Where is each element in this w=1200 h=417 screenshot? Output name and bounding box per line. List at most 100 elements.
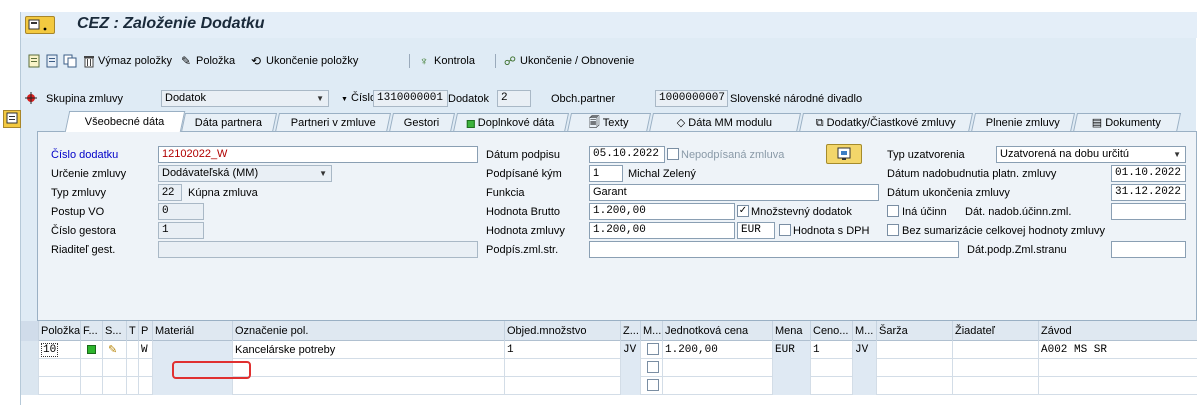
item-button[interactable]: ✎ Položka bbox=[179, 52, 235, 70]
tab-doplnkove-data[interactable]: Doplnkové dáta bbox=[452, 113, 570, 132]
datum-podpisu-field[interactable]: 05.10.2022 bbox=[589, 146, 665, 163]
cell-zavod[interactable] bbox=[1039, 377, 1197, 395]
cell-sarza[interactable] bbox=[877, 359, 953, 377]
currency-field[interactable]: EUR bbox=[737, 222, 775, 239]
datum-ukon-field[interactable]: 31.12.2022 bbox=[1111, 184, 1186, 201]
col-ceno[interactable]: Ceno... bbox=[811, 321, 853, 341]
cell-material[interactable] bbox=[153, 341, 233, 359]
dat-nadob-ucinn-field[interactable] bbox=[1111, 203, 1186, 220]
ina-ucinn-checkbox[interactable] bbox=[887, 205, 899, 217]
cell-m2[interactable]: JV bbox=[853, 341, 877, 359]
cell-p[interactable] bbox=[139, 359, 153, 377]
cell-mnozstvo[interactable]: 1 bbox=[505, 341, 621, 359]
cell-t[interactable] bbox=[127, 377, 139, 395]
cell-zavod[interactable] bbox=[1039, 359, 1197, 377]
col-mena[interactable]: Mena bbox=[773, 321, 811, 341]
riaditel-field[interactable] bbox=[158, 241, 478, 258]
col-oznacenie[interactable]: Označenie pol. bbox=[233, 321, 505, 341]
cell-mena[interactable] bbox=[773, 359, 811, 377]
cell-f[interactable] bbox=[81, 359, 103, 377]
tab-data-mm-modulu[interactable]: ◇ Dáta MM modulu bbox=[648, 113, 802, 132]
cell-oznacenie[interactable] bbox=[233, 359, 505, 377]
nepodpisana-checkbox[interactable] bbox=[667, 148, 679, 160]
cell-ziadatel[interactable] bbox=[953, 359, 1039, 377]
bez-sumar-checkbox[interactable] bbox=[887, 224, 899, 236]
dat-podp-field[interactable] bbox=[1111, 241, 1186, 258]
cell-s[interactable] bbox=[103, 359, 127, 377]
tab-vseobecne-data[interactable]: Všeobecné dáta bbox=[64, 111, 186, 132]
tab-gestori[interactable]: Gestori bbox=[388, 113, 456, 132]
cell-polozka[interactable] bbox=[39, 377, 81, 395]
row-selector[interactable] bbox=[21, 341, 39, 359]
cell-sarza[interactable] bbox=[877, 377, 953, 395]
cell-t[interactable] bbox=[127, 359, 139, 377]
cell-mena[interactable]: EUR bbox=[773, 341, 811, 359]
col-m2[interactable]: M... bbox=[853, 321, 877, 341]
end-item-button[interactable]: ⟲ Ukončenie položky bbox=[249, 52, 358, 70]
cell-cena[interactable] bbox=[663, 377, 773, 395]
cell-m[interactable] bbox=[641, 377, 663, 395]
row-checkbox[interactable] bbox=[647, 361, 659, 373]
cell-p[interactable] bbox=[139, 377, 153, 395]
datum-nadob-field[interactable]: 01.10.2022 bbox=[1111, 165, 1186, 182]
tab-menu-icon[interactable] bbox=[3, 110, 21, 128]
hodnota-dph-checkbox[interactable] bbox=[779, 224, 791, 236]
urcenie-dropdown[interactable]: Dodávateľská (MM) bbox=[158, 165, 332, 182]
tab-partneri-v-zmluve[interactable]: Partneri v zmluve bbox=[274, 113, 392, 132]
partner-id-field[interactable]: 1000000007 bbox=[655, 90, 728, 107]
tab-texty[interactable]: 🗐 Texty bbox=[566, 113, 652, 132]
table-row[interactable] bbox=[21, 377, 1197, 395]
col-sarza[interactable]: Šarža bbox=[877, 321, 953, 341]
cell-ziadatel[interactable] bbox=[953, 341, 1039, 359]
gestor-field[interactable]: 1 bbox=[158, 222, 204, 239]
cell-s[interactable] bbox=[103, 377, 127, 395]
display-icon-button[interactable] bbox=[45, 52, 59, 70]
cell-m2[interactable] bbox=[853, 359, 877, 377]
brutto-field[interactable]: 1.200,00 bbox=[589, 203, 735, 220]
cell-m[interactable] bbox=[641, 341, 663, 359]
cell-polozka[interactable] bbox=[39, 359, 81, 377]
cell-mnozstvo[interactable] bbox=[505, 359, 621, 377]
podpis-str-field[interactable] bbox=[589, 241, 959, 258]
create-icon-button[interactable] bbox=[27, 52, 41, 70]
row-selector[interactable] bbox=[21, 377, 39, 395]
cell-cena[interactable] bbox=[663, 359, 773, 377]
col-zavod[interactable]: Závod bbox=[1039, 321, 1197, 341]
col-z[interactable]: Z... bbox=[621, 321, 641, 341]
cell-m[interactable] bbox=[641, 359, 663, 377]
cell-oznacenie[interactable]: Kancelárske potreby bbox=[233, 341, 505, 359]
col-t[interactable]: T bbox=[127, 321, 139, 341]
tab-data-partnera[interactable]: Dáta partnera bbox=[180, 113, 278, 132]
podpisane-code[interactable]: 1 bbox=[589, 165, 623, 182]
cell-s[interactable]: ✎ bbox=[103, 341, 127, 359]
system-menu-button[interactable] bbox=[25, 16, 55, 34]
tab-plnenie-zmluvy[interactable]: Plnenie zmluvy bbox=[970, 113, 1076, 132]
cell-z[interactable]: JV bbox=[621, 341, 641, 359]
row-selector-header[interactable] bbox=[21, 321, 39, 341]
cell-f[interactable] bbox=[81, 377, 103, 395]
col-polozka[interactable]: Položka bbox=[39, 321, 81, 341]
mnozstevny-checkbox[interactable]: ✓ bbox=[737, 205, 749, 217]
cell-m2[interactable] bbox=[853, 377, 877, 395]
cell-polozka[interactable]: 10 bbox=[39, 341, 81, 359]
cell-ziadatel[interactable] bbox=[953, 377, 1039, 395]
cell-z[interactable] bbox=[621, 377, 641, 395]
col-f[interactable]: F... bbox=[81, 321, 103, 341]
tab-dokumenty[interactable]: ▤ Dokumenty bbox=[1072, 113, 1182, 132]
cell-sarza[interactable] bbox=[877, 341, 953, 359]
funkcia-field[interactable]: Garant bbox=[589, 184, 879, 201]
cell-zavod[interactable]: A002 MS SR bbox=[1039, 341, 1197, 359]
cell-p[interactable]: W bbox=[139, 341, 153, 359]
addendum-field[interactable]: 2 bbox=[497, 90, 531, 107]
cell-ceno[interactable] bbox=[811, 377, 853, 395]
copy-icon-button[interactable] bbox=[63, 52, 77, 70]
col-jednotkova-cena[interactable]: Jednotková cena bbox=[663, 321, 773, 341]
row-checkbox[interactable] bbox=[647, 379, 659, 391]
row-checkbox[interactable] bbox=[647, 343, 659, 355]
typ-zmluvy-code[interactable]: 22 bbox=[158, 184, 182, 201]
contract-number-field[interactable]: 1310000001 bbox=[373, 90, 448, 107]
col-mnozstvo[interactable]: Objed.množstvo bbox=[505, 321, 621, 341]
cell-cena[interactable]: 1.200,00 bbox=[663, 341, 773, 359]
row-selector[interactable] bbox=[21, 359, 39, 377]
action-button[interactable] bbox=[826, 144, 862, 164]
